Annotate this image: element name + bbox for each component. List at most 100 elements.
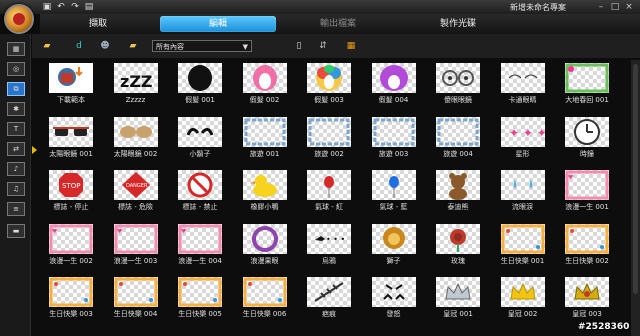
library-item[interactable]: 氣球 - 藍	[363, 167, 425, 220]
library-item[interactable]: ♥ 浪漫一生 004	[169, 221, 231, 274]
library-item[interactable]: 卡通眼睛	[492, 60, 554, 113]
audio-mixing-icon[interactable]: ♪	[7, 162, 25, 176]
view-grid-icon[interactable]: ▦	[344, 40, 358, 52]
voice-over-icon[interactable]: ♫	[7, 182, 25, 196]
chapter-room-icon[interactable]: ≡	[7, 202, 25, 216]
library-item[interactable]: 橡膠小鴨	[234, 167, 296, 220]
rubber-duck-icon	[242, 170, 287, 200]
library-item-label: 假髮 002	[249, 96, 280, 104]
library-item[interactable]: 旅遊 002	[298, 114, 360, 167]
collapse-arrow-icon[interactable]	[32, 146, 37, 154]
library-item[interactable]: 生日快樂 002	[556, 221, 618, 274]
library-item-label: 假髮 004	[378, 96, 409, 104]
library-item[interactable]: 疤痕	[298, 274, 360, 327]
scrollbar-thumb[interactable]	[633, 64, 638, 294]
library-item[interactable]: 大地春回 001	[556, 60, 618, 113]
library-item[interactable]: 生日快樂 006	[234, 274, 296, 327]
tab-output[interactable]: 輸出檔案	[280, 16, 396, 32]
library-item[interactable]: 旅遊 003	[363, 114, 425, 167]
library-item[interactable]: ✦ ✦ ✦ 星形	[492, 114, 554, 167]
purple-ring-icon	[242, 223, 287, 254]
close-icon[interactable]: ×	[624, 2, 634, 12]
fx-room-icon[interactable]: ◎	[7, 62, 25, 76]
tab-capture[interactable]: 擷取	[40, 16, 156, 32]
library-item[interactable]: 泰迪熊	[427, 167, 489, 220]
library-item-label: 生日快樂 001	[500, 256, 545, 265]
maximize-icon[interactable]: □	[610, 2, 620, 12]
library-item[interactable]: 獅子	[363, 221, 425, 274]
birthday-frame-icon	[500, 223, 545, 254]
library-item[interactable]: 生日快樂 005	[169, 274, 231, 327]
library-item[interactable]: ♥ 浪漫一生 003	[105, 221, 167, 274]
library-item[interactable]: 氣球 - 紅	[298, 167, 360, 220]
library-item-label: 卡通眼睛	[508, 96, 537, 104]
library-item[interactable]: zZZ Zzzzz	[105, 60, 167, 113]
library-item-label: 皇冠 003	[572, 310, 602, 318]
title-room-icon[interactable]: T	[7, 122, 25, 136]
library-item[interactable]: • • • 烏鴉	[298, 221, 360, 274]
pip-room-icon[interactable]: ⧉	[7, 82, 25, 96]
library-item-label: 太陽眼鏡 002	[113, 149, 158, 158]
library-item[interactable]: 發怒	[363, 274, 425, 327]
danger-sign-icon: DANGER	[113, 170, 158, 200]
library-scrollbar[interactable]	[631, 60, 640, 336]
library-item[interactable]: 假髮 003	[298, 60, 360, 113]
library-item[interactable]: DANGER 標誌 - 危險	[105, 167, 167, 220]
library-item[interactable]: 流眼淚	[492, 167, 554, 220]
library-item-label: 浪漫一生 003	[113, 256, 158, 265]
library-item-label: 橡膠小鴨	[250, 203, 279, 211]
content-filter-select[interactable]: 所有內容 ▼	[152, 40, 252, 52]
travel-frame-icon	[436, 116, 480, 147]
library-item[interactable]: 皇冠 002	[492, 274, 554, 327]
download-d-icon[interactable]: d	[72, 40, 86, 52]
library-item[interactable]: 旅遊 001	[234, 114, 296, 167]
watermark: #2528360	[578, 322, 630, 332]
library-item[interactable]: 假髮 004	[363, 60, 425, 113]
library-item[interactable]: 假髮 001	[169, 60, 231, 113]
document-icon[interactable]: ▯	[292, 40, 306, 52]
library-item[interactable]: ♥ 浪漫一生 002	[40, 221, 102, 274]
library-item[interactable]: 旅遊 004	[427, 114, 489, 167]
library-item[interactable]: 假髮 002	[234, 60, 296, 113]
tab-edit[interactable]: 編輯	[160, 16, 276, 32]
library-item[interactable]: 標誌 - 禁止	[169, 167, 231, 220]
library-item[interactable]: 太陽眼鏡 001	[40, 114, 102, 167]
library-folder-icon[interactable]: ▰	[126, 40, 140, 52]
particle-room-icon[interactable]: ✱	[7, 102, 25, 116]
romance-frame-icon: ♥	[565, 170, 609, 200]
undo-icon[interactable]: ↶	[56, 2, 66, 12]
library-item[interactable]: 皇冠 001	[427, 274, 489, 327]
chevron-down-icon: ▼	[242, 43, 248, 51]
library-item-label: 時鐘	[580, 149, 594, 158]
romance-frame-icon: ♥	[178, 223, 222, 254]
transition-room-icon[interactable]: ⇄	[7, 142, 25, 156]
save-icon[interactable]: ▣	[42, 2, 52, 12]
library-item[interactable]: 生日快樂 003	[40, 274, 102, 327]
library-item-label: 旅遊 001	[249, 149, 280, 158]
library-item[interactable]: 下載範本	[40, 60, 102, 113]
library-toolbar: ▰ d ☻ ▰ ▯ ⇵ ▦	[32, 34, 640, 58]
sort-icon[interactable]: ⇵	[316, 40, 330, 52]
library-item[interactable]: 太陽眼鏡 002	[105, 114, 167, 167]
import-folder-icon[interactable]: ▰	[40, 40, 54, 52]
wig-pink-icon	[242, 63, 287, 93]
redo-icon[interactable]: ↷	[70, 2, 80, 12]
library-item[interactable]: 小鬍子	[169, 114, 231, 167]
library-item[interactable]: 玫瑰	[427, 221, 489, 274]
library-item[interactable]: 時鐘	[556, 114, 618, 167]
media-room-icon[interactable]: ▦	[7, 42, 25, 56]
library-item[interactable]: 皇冠 003	[556, 274, 618, 327]
romance-frame-icon: ♥	[113, 223, 158, 254]
open-folder-icon[interactable]: ▤	[84, 2, 94, 12]
subtitle-room-icon[interactable]: ▬	[7, 224, 25, 238]
library-item[interactable]: ♥ 浪漫一生 001	[556, 167, 618, 220]
library-item[interactable]: 生日快樂 001	[492, 221, 554, 274]
minimize-icon[interactable]: –	[596, 2, 606, 12]
tab-burn-disc[interactable]: 製作光碟	[400, 16, 516, 32]
user-icon[interactable]: ☻	[98, 40, 112, 52]
library-item[interactable]: 傻眼眼鏡	[427, 60, 489, 113]
library-item[interactable]: 浪漫果眼	[234, 221, 296, 274]
library-item[interactable]: STOP 標誌 - 停止	[40, 167, 102, 220]
library-item[interactable]: 生日快樂 004	[105, 274, 167, 327]
library-item-label: 標誌 - 禁止	[182, 203, 218, 211]
